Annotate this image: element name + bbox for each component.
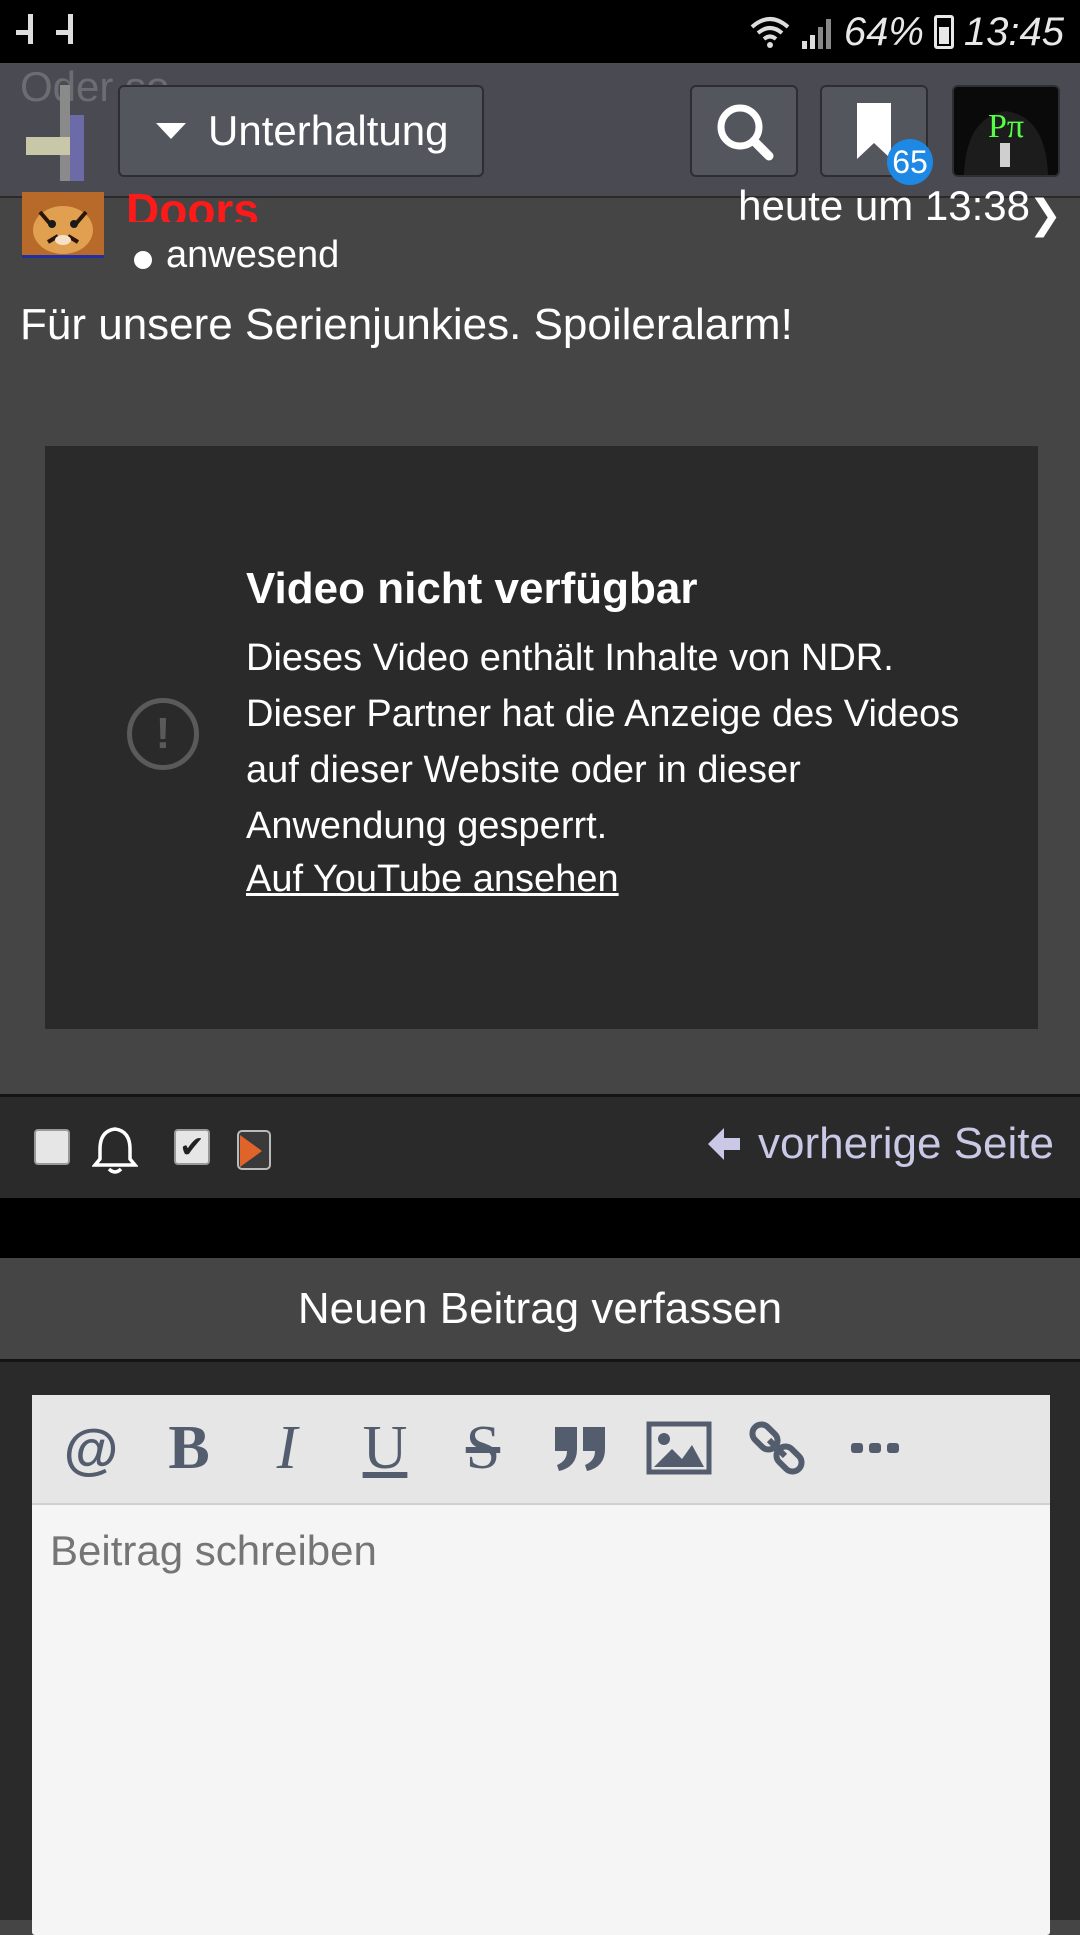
bell-icon[interactable] bbox=[92, 1125, 138, 1175]
post-editor[interactable]: @ B I U S bbox=[32, 1395, 1050, 1935]
online-status-dot bbox=[134, 251, 152, 269]
checked-checkbox[interactable]: ✔ bbox=[174, 1129, 210, 1165]
video-error-title: Video nicht verfügbar bbox=[246, 564, 698, 613]
wifi-icon bbox=[750, 17, 790, 48]
clock: 13:45 bbox=[963, 9, 1064, 54]
embedded-video[interactable]: ! Video nicht verfügbar Dieses Video ent… bbox=[45, 446, 1038, 1029]
quote-button[interactable] bbox=[544, 1413, 618, 1483]
image-icon bbox=[646, 1421, 712, 1475]
avatar-text: Pπ bbox=[988, 108, 1024, 145]
more-options-button[interactable] bbox=[838, 1413, 912, 1483]
link-icon bbox=[749, 1421, 805, 1475]
compose-area: @ B I U S bbox=[0, 1362, 1080, 1935]
site-logo[interactable] bbox=[26, 85, 90, 181]
category-label: Unterhaltung bbox=[208, 107, 449, 154]
search-icon bbox=[717, 104, 774, 161]
video-error-message: Dieses Video enthält Inhalte von NDR. Di… bbox=[246, 637, 960, 847]
category-dropdown[interactable]: Unterhaltung bbox=[118, 85, 484, 177]
caret-down-icon bbox=[156, 123, 186, 139]
warning-icon: ! bbox=[127, 698, 199, 770]
insert-image-button[interactable] bbox=[642, 1413, 716, 1483]
bookmark-icon bbox=[857, 103, 891, 159]
thread-footer-bar: ✔ vorherige Seite bbox=[0, 1094, 1080, 1198]
post-text-input[interactable] bbox=[50, 1527, 1030, 1575]
post-author-avatar[interactable] bbox=[22, 192, 104, 258]
mention-button[interactable]: @ bbox=[54, 1413, 128, 1483]
previous-page-link[interactable]: vorherige Seite bbox=[704, 1119, 1054, 1169]
post-author-name[interactable]: Doors bbox=[126, 170, 259, 222]
italic-button[interactable]: I bbox=[250, 1413, 324, 1483]
signal-icon bbox=[801, 19, 831, 49]
battery-icon bbox=[933, 15, 954, 49]
battery-percent: 64% bbox=[843, 9, 924, 54]
app-notification-icon bbox=[16, 14, 33, 44]
online-status-text: anwesend bbox=[166, 234, 340, 276]
editor-toolbar: @ B I U S bbox=[32, 1395, 1050, 1505]
share-icon[interactable] bbox=[236, 1129, 272, 1171]
insert-link-button[interactable] bbox=[740, 1413, 814, 1483]
app-notification-icon bbox=[56, 14, 73, 44]
quote-icon bbox=[555, 1427, 605, 1471]
select-checkbox[interactable] bbox=[34, 1129, 70, 1165]
avatar: Pπ bbox=[954, 87, 1058, 175]
tiger-avatar-image bbox=[22, 192, 104, 255]
status-bar: 64% 13:45 bbox=[0, 0, 1080, 63]
strikethrough-button[interactable]: S bbox=[446, 1413, 520, 1483]
bold-button[interactable]: B bbox=[152, 1413, 226, 1483]
user-avatar-button[interactable]: Pπ bbox=[952, 85, 1060, 177]
post-body-text: Für unsere Serienjunkies. Spoileralarm! bbox=[20, 300, 793, 349]
compose-title[interactable]: Neuen Beitrag verfassen bbox=[0, 1258, 1080, 1362]
post-timestamp[interactable]: heute um 13:38 bbox=[738, 170, 1030, 222]
arrow-left-icon bbox=[708, 1128, 741, 1160]
notification-icons bbox=[16, 14, 78, 44]
section-divider bbox=[0, 1198, 1080, 1258]
underline-button[interactable]: U bbox=[348, 1413, 422, 1483]
watch-on-youtube-link[interactable]: Auf YouTube ansehen bbox=[246, 858, 619, 901]
chevron-right-icon[interactable]: ❯ bbox=[1028, 192, 1062, 238]
ellipsis-icon bbox=[851, 1443, 899, 1453]
search-button[interactable] bbox=[690, 85, 798, 177]
previous-page-label: vorherige Seite bbox=[758, 1119, 1054, 1168]
